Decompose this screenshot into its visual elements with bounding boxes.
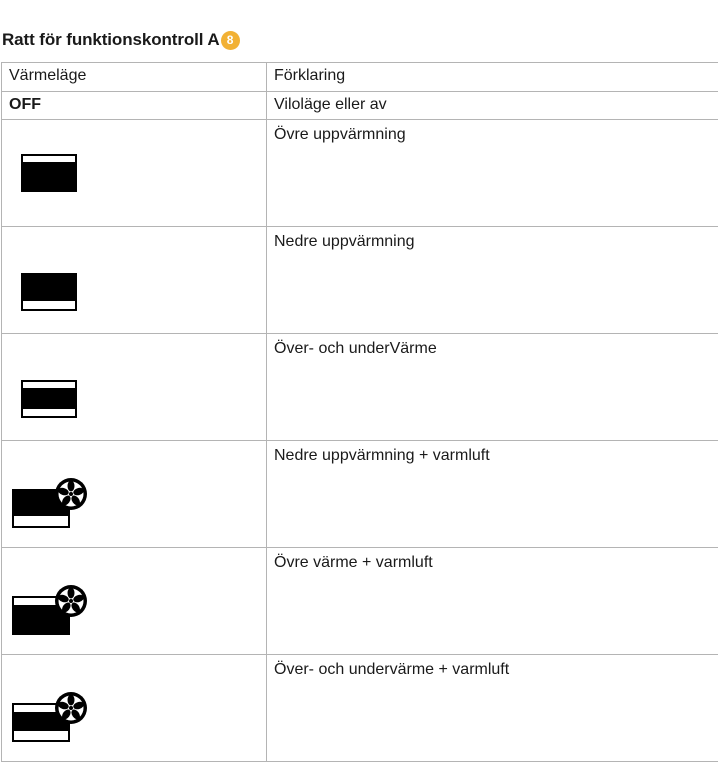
heat-mode-table: Värmeläge Förklaring OFF Viloläge eller …: [1, 62, 718, 762]
bottom-heat-icon: [21, 273, 77, 311]
explanation-off: Viloläge eller av: [267, 92, 718, 120]
table-row: Övre värme + varmluft: [2, 548, 718, 655]
page-title: Ratt för funktionskontroll A 8: [2, 30, 240, 50]
table-row: OFF Viloläge eller av: [2, 92, 718, 120]
mode-icon-cell: [2, 227, 267, 334]
top-bottom-heat-fan-icon: [12, 691, 90, 743]
table-row: Nedre uppvärmning + varmluft: [2, 441, 718, 548]
explanation: Övre värme + varmluft: [267, 548, 718, 655]
number-badge: 8: [221, 31, 240, 50]
table-row: Nedre uppvärmning: [2, 227, 718, 334]
mode-icon-cell: [2, 441, 267, 548]
table-row: Övre uppvärmning: [2, 120, 718, 227]
header-explanation: Förklaring: [267, 63, 718, 92]
explanation: Över- och undervärme + varmluft: [267, 655, 718, 762]
mode-icon-cell: [2, 655, 267, 762]
table-row: Över- och underVärme: [2, 334, 718, 441]
mode-off: OFF: [2, 92, 267, 120]
mode-icon-cell: [2, 120, 267, 227]
explanation: Nedre uppvärmning + varmluft: [267, 441, 718, 548]
top-heat-icon: [21, 154, 77, 192]
top-heat-fan-icon: [12, 584, 90, 636]
bottom-heat-fan-icon: [12, 477, 90, 529]
mode-icon-cell: [2, 334, 267, 441]
table-row: Över- och undervärme + varmluft: [2, 655, 718, 762]
title-text: Ratt för funktionskontroll A: [2, 30, 220, 50]
explanation: Över- och underVärme: [267, 334, 718, 441]
header-mode: Värmeläge: [2, 63, 267, 92]
explanation: Nedre uppvärmning: [267, 227, 718, 334]
mode-icon-cell: [2, 548, 267, 655]
top-bottom-heat-icon: [21, 380, 77, 418]
explanation: Övre uppvärmning: [267, 120, 718, 227]
table-header-row: Värmeläge Förklaring: [2, 63, 718, 92]
